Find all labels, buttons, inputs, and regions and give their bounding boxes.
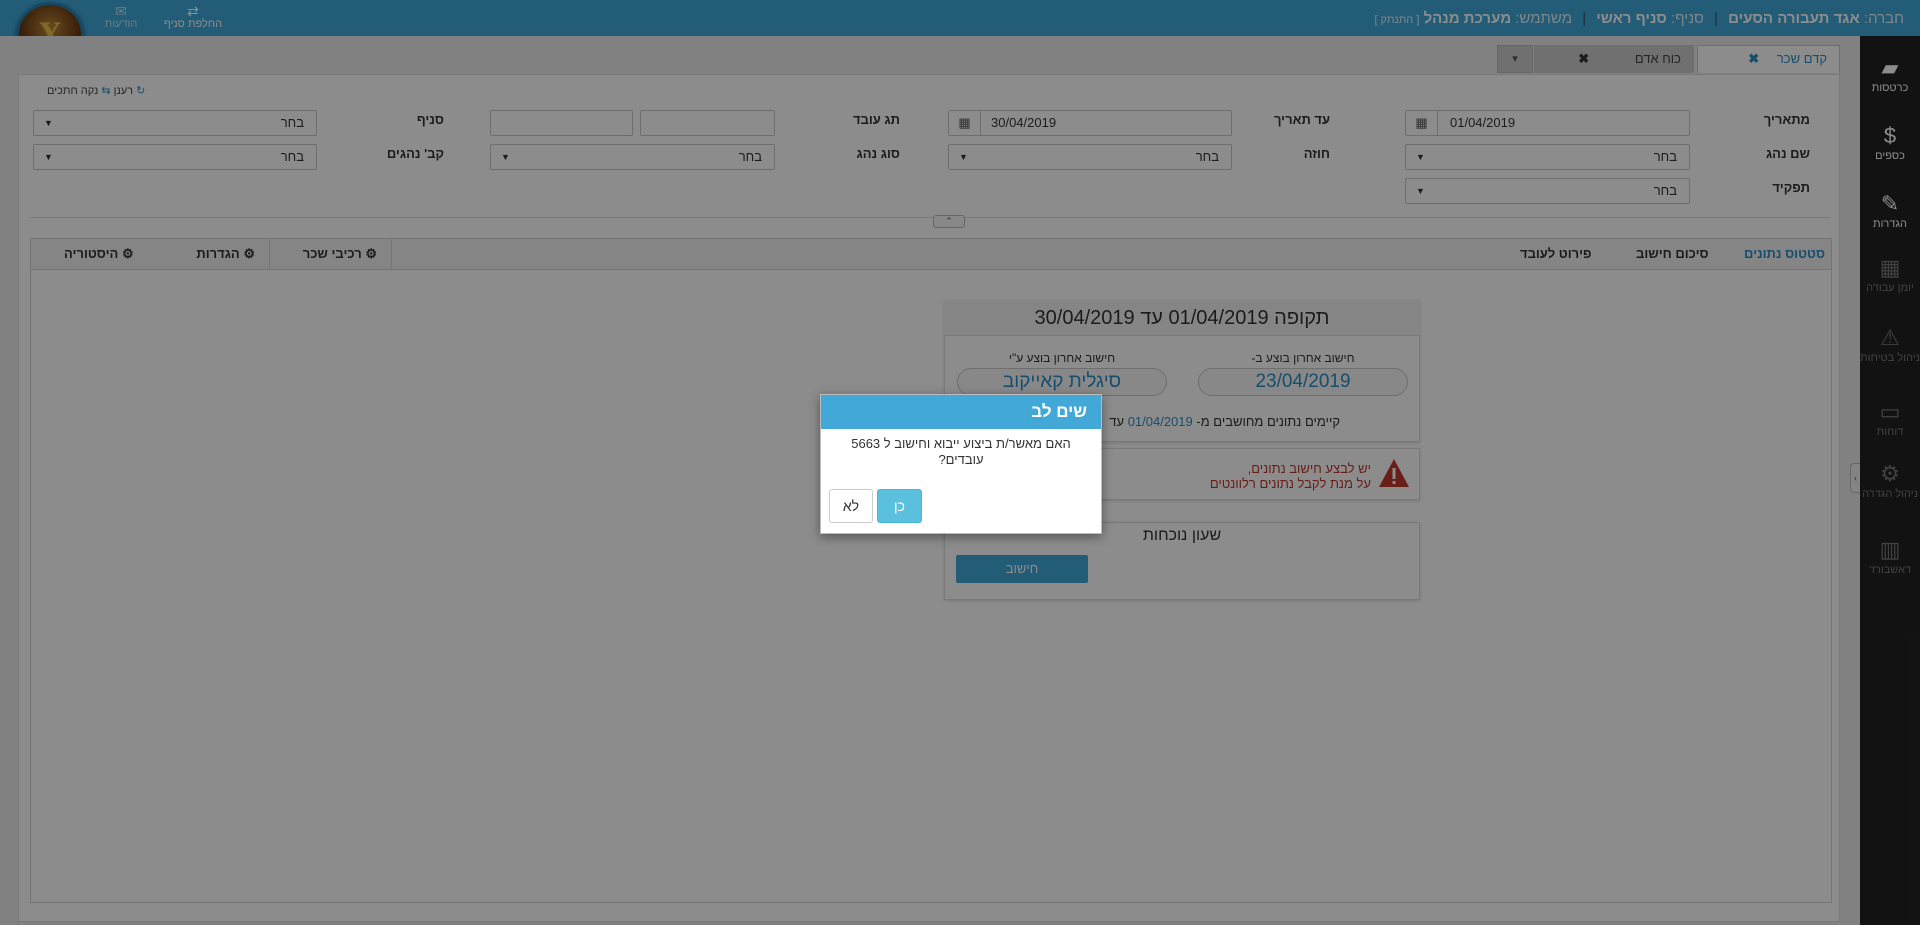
confirm-yes-button[interactable]: כן bbox=[877, 489, 922, 523]
dialog-message: האם מאשר/ת ביצוע ייבוא וחישוב ל 5663 עוב… bbox=[851, 436, 1071, 467]
confirm-no-button[interactable]: לא bbox=[829, 489, 873, 523]
dialog-title: שים לב bbox=[821, 395, 1101, 429]
